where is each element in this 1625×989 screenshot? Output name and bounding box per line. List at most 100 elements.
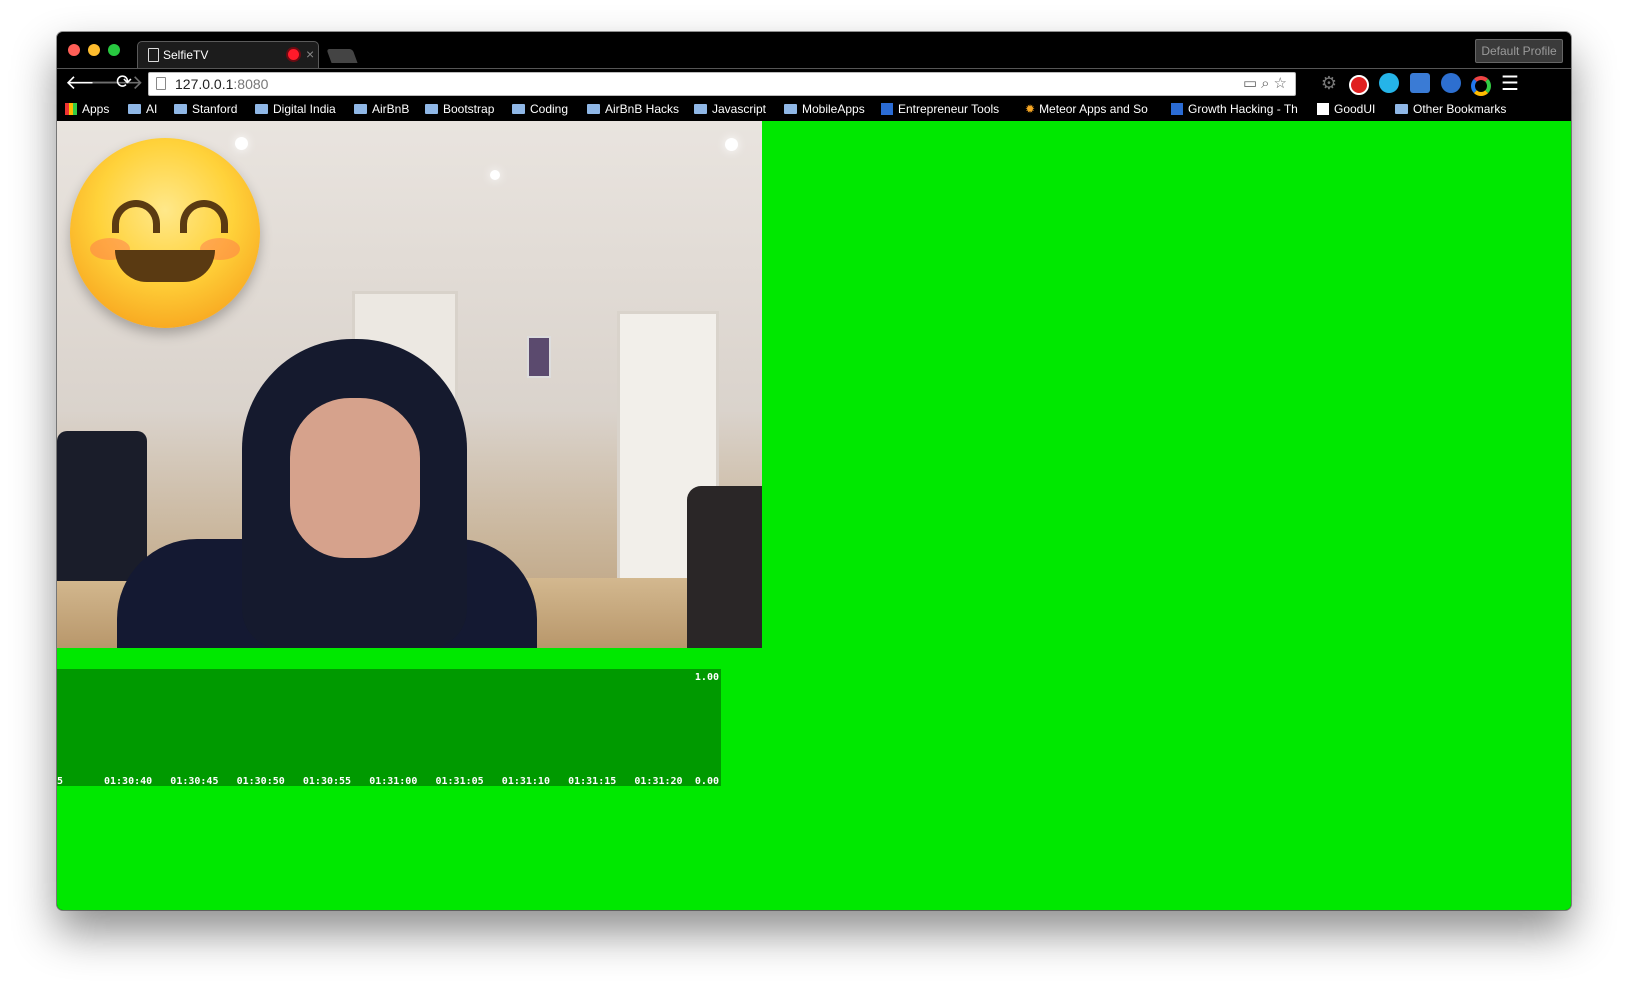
adblock-extension-icon[interactable] xyxy=(1349,75,1369,95)
bookmark-star-icon[interactable]: ☆ xyxy=(1274,75,1291,92)
address-bar[interactable]: 127.0.0.1:8080 ▭⌕☆ xyxy=(148,72,1296,96)
bookmark-label: AI xyxy=(146,102,158,116)
emoji-face xyxy=(70,138,260,328)
calendar-extension-icon[interactable] xyxy=(1410,73,1430,93)
globe-extension-icon[interactable] xyxy=(1441,73,1461,93)
bookmarks-bar: Apps AI Stanford Digital India AirBnB Bo… xyxy=(57,98,1571,121)
ceiling-light xyxy=(490,170,500,180)
bookmark-label: MobileApps xyxy=(802,102,865,116)
emoji-eye xyxy=(112,200,160,233)
folder-icon xyxy=(174,104,187,114)
wall-poster xyxy=(527,336,551,378)
bookmark-javascript[interactable]: Javascript xyxy=(694,102,766,116)
bookmark-stanford[interactable]: Stanford xyxy=(174,102,237,116)
url-text[interactable]: 127.0.0.1:8080 xyxy=(175,76,268,92)
maximize-window-button[interactable] xyxy=(108,44,120,56)
bookmark-label: Coding xyxy=(530,102,569,116)
webcam-video xyxy=(57,121,762,648)
bookmark-label: Apps xyxy=(82,102,110,116)
colorful-extension-icon[interactable] xyxy=(1471,76,1491,96)
bookmark-label: Growth Hacking - Th xyxy=(1188,102,1298,116)
x-tick-label: 01:31:00 xyxy=(369,776,417,786)
profile-button[interactable]: Default Profile xyxy=(1475,39,1563,63)
document-icon xyxy=(148,48,159,62)
bookmark-label: Digital India xyxy=(273,102,336,116)
x-tick-label: 01:31:10 xyxy=(502,776,550,786)
bookmark-coding[interactable]: Coding xyxy=(512,102,568,116)
tab-strip: SelfieTV × Default Profile xyxy=(57,32,1571,69)
bookmark-apps[interactable]: Apps xyxy=(65,102,109,116)
url-host: 127.0.0.1 xyxy=(175,76,234,92)
folder-icon xyxy=(587,104,600,114)
tab-selfietv[interactable]: SelfieTV × xyxy=(137,41,319,69)
minimize-window-button[interactable] xyxy=(88,44,100,56)
new-tab-button[interactable] xyxy=(326,49,358,63)
folder-icon xyxy=(255,104,268,114)
bookmark-goodui[interactable]: GoodUI xyxy=(1317,102,1375,116)
zoom-icon[interactable]: ⌕ xyxy=(1261,75,1273,92)
omnibox-actions: ▭⌕☆ xyxy=(1243,74,1291,92)
url-port: :8080 xyxy=(233,76,269,92)
close-tab-icon[interactable]: × xyxy=(306,46,314,62)
folder-icon xyxy=(512,104,525,114)
close-window-button[interactable] xyxy=(68,44,80,56)
bookmark-airbnb[interactable]: AirBnB xyxy=(354,102,409,116)
smiling-emoji-overlay xyxy=(70,138,260,328)
folder-icon xyxy=(1395,104,1408,114)
folder-icon xyxy=(128,104,141,114)
camera-icon[interactable]: ▭ xyxy=(1243,75,1261,92)
emoji-eye xyxy=(180,200,228,233)
person-face xyxy=(290,398,420,558)
x-tick-label: 01:30:50 xyxy=(237,776,285,786)
bookmark-label: Other Bookmarks xyxy=(1413,102,1507,116)
bookmark-label: Stanford xyxy=(192,102,238,116)
chair xyxy=(687,486,762,648)
bookmark-label: AirBnB xyxy=(372,102,410,116)
x-tick-label: 01:30:45 xyxy=(170,776,218,786)
x-tick-label: 01:31:15 xyxy=(568,776,616,786)
goodui-icon xyxy=(1317,103,1329,115)
bookmark-other-bookmarks[interactable]: Other Bookmarks xyxy=(1395,102,1506,116)
y-min-label: 0.00 xyxy=(695,776,719,786)
bookmark-meteor-apps[interactable]: ✹ Meteor Apps and So xyxy=(1025,102,1148,116)
browser-toolbar: 🡐 🡒 ⟳ 127.0.0.1:8080 ▭⌕☆ ⚙ ☰ xyxy=(57,68,1571,99)
folder-icon xyxy=(425,104,438,114)
folder-icon xyxy=(784,104,797,114)
x-tick-label: 01:30:40 xyxy=(104,776,152,786)
bookmark-label: Bootstrap xyxy=(443,102,495,116)
x-tick-label: 5 xyxy=(57,776,63,786)
bookmark-airbnb-hacks[interactable]: AirBnB Hacks xyxy=(587,102,679,116)
apps-grid-icon xyxy=(65,103,77,115)
bookmark-ai[interactable]: AI xyxy=(128,102,157,116)
blue-extension-icon[interactable] xyxy=(1379,73,1399,93)
bookmark-mobileapps[interactable]: MobileApps xyxy=(784,102,865,116)
x-tick-label: 01:31:20 xyxy=(634,776,682,786)
trello-icon xyxy=(881,103,893,115)
tab-title: SelfieTV xyxy=(163,48,209,62)
bookmark-label: Meteor Apps and So xyxy=(1039,102,1148,116)
recording-icon xyxy=(288,49,299,60)
y-max-label: 1.00 xyxy=(695,672,719,683)
reload-button[interactable]: ⟳ xyxy=(116,71,132,95)
bookmark-label: Entrepreneur Tools xyxy=(898,102,1000,116)
x-tick-label: 01:31:05 xyxy=(436,776,484,786)
folder-icon xyxy=(694,104,707,114)
bookmark-label: AirBnB Hacks xyxy=(605,102,680,116)
stats-chart: 5 01:30:40 01:30:45 01:30:50 01:30:55 01:31:0… xyxy=(57,669,721,786)
x-tick-label: 01:30:55 xyxy=(303,776,351,786)
bookmark-entrepreneur-tools[interactable]: Entrepreneur Tools xyxy=(881,102,999,116)
growth-icon xyxy=(1171,103,1183,115)
settings-extension-icon[interactable]: ⚙ xyxy=(1319,73,1339,93)
bookmark-label: GoodUI xyxy=(1334,102,1376,116)
ceiling-light xyxy=(725,138,738,151)
menu-icon[interactable]: ☰ xyxy=(1501,71,1519,96)
bookmark-growth-hacking[interactable]: Growth Hacking - Th xyxy=(1171,102,1298,116)
bookmark-bootstrap[interactable]: Bootstrap xyxy=(425,102,494,116)
stats-chart-svg: 5 01:30:40 01:30:45 01:30:50 01:30:55 01:31:0… xyxy=(57,672,719,786)
bookmark-digital-india[interactable]: Digital India xyxy=(255,102,336,116)
page-content: 5 01:30:40 01:30:45 01:30:50 01:30:55 01:31:0… xyxy=(57,121,1571,910)
coats-on-rack xyxy=(57,431,147,581)
folder-icon xyxy=(354,104,367,114)
meteor-icon: ✹ xyxy=(1025,102,1036,116)
page-info-icon[interactable] xyxy=(156,77,166,90)
